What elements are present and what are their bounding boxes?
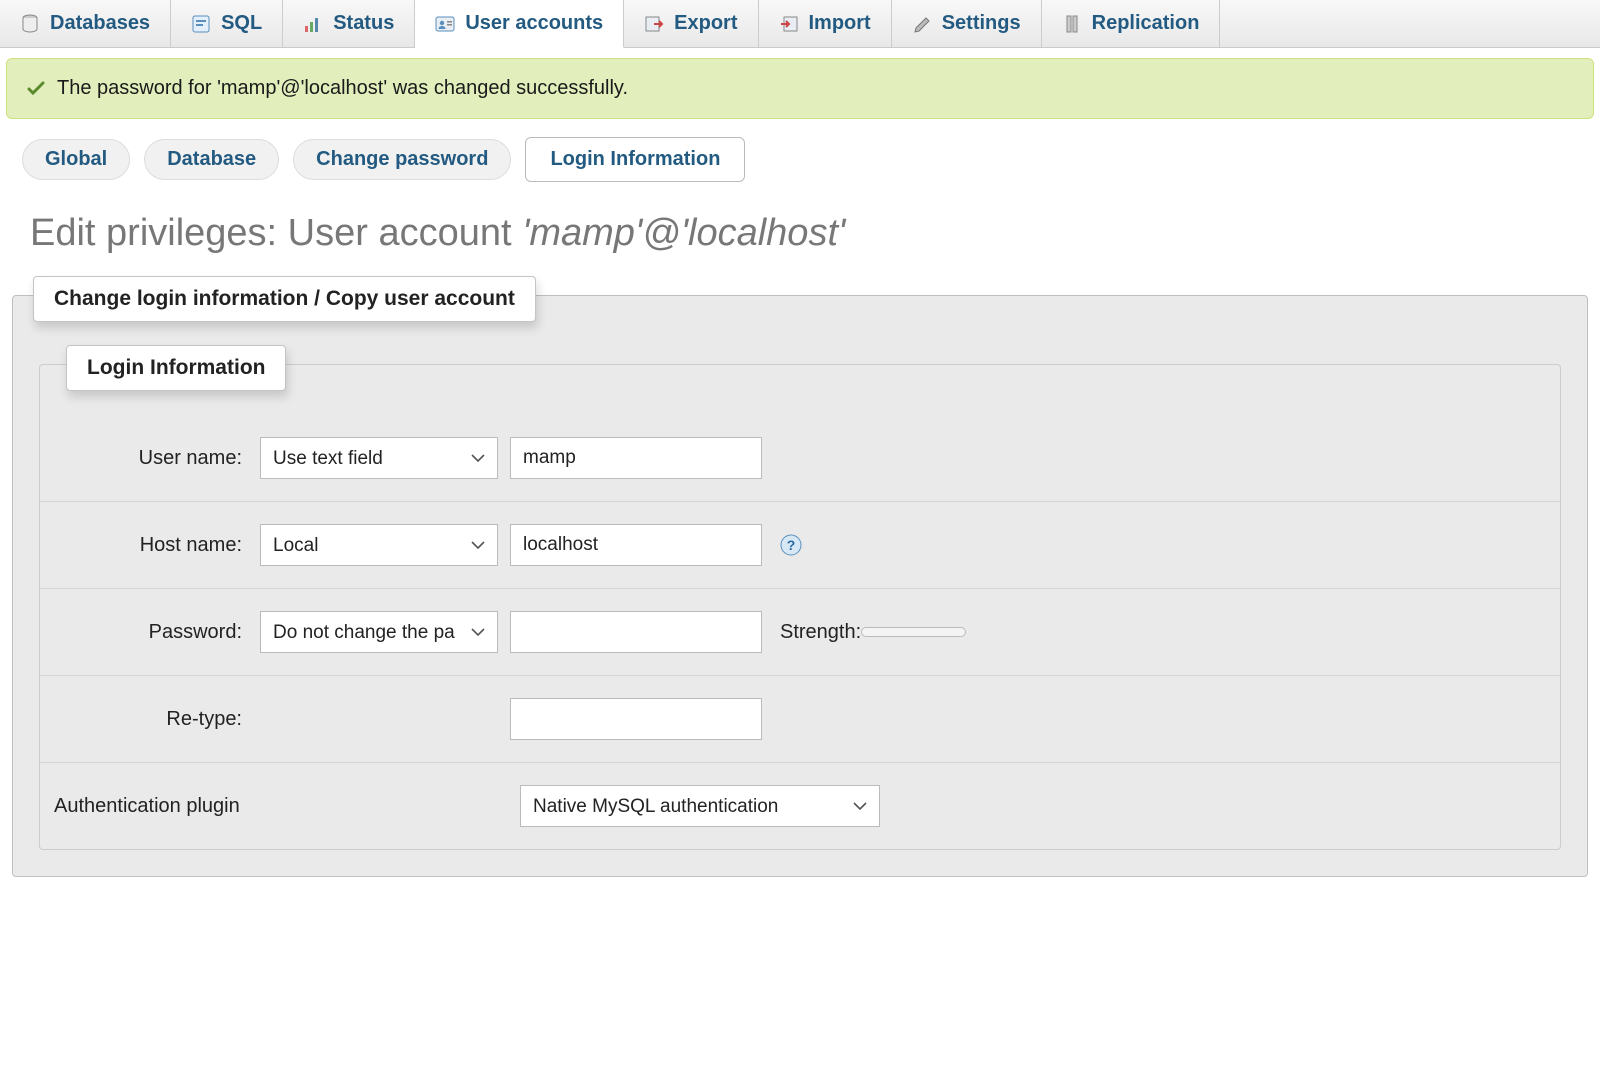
username-label: User name: [50,447,260,470]
top-nav: Databases SQL Status User accounts Expor… [0,0,1600,48]
replication-icon [1062,14,1082,34]
import-icon [779,14,799,34]
subtab-login-information[interactable]: Login Information [525,137,745,182]
tab-settings[interactable]: Settings [892,0,1042,47]
hostname-mode-select[interactable]: Local [260,524,498,566]
sub-tabs: Global Database Change password Login In… [0,137,1600,192]
tab-status-label: Status [333,12,394,35]
tab-databases-label: Databases [50,12,150,35]
row-retype: Re-type: [40,676,1560,763]
row-auth-plugin: Authentication plugin Native MySQL authe… [40,763,1560,849]
row-username: User name: Use text field [40,415,1560,502]
subtab-change-password[interactable]: Change password [293,139,511,180]
auth-plugin-select[interactable]: Native MySQL authentication [520,785,880,827]
svg-text:?: ? [787,537,796,553]
password-input[interactable] [510,611,762,653]
database-icon [20,14,40,34]
page-title: Edit privileges: User account 'mamp'@'lo… [0,192,1600,285]
tab-user-accounts-label: User accounts [465,12,603,35]
auth-plugin-label: Authentication plugin [50,795,520,818]
tab-settings-label: Settings [942,12,1021,35]
login-info-panel: Login Information User name: Use text fi… [39,364,1561,850]
tab-replication[interactable]: Replication [1042,0,1221,47]
settings-icon [912,14,932,34]
tab-export[interactable]: Export [624,0,758,47]
tab-import-label: Import [809,12,871,35]
check-icon [27,80,45,98]
row-hostname: Host name: Local ? [40,502,1560,589]
hostname-label: Host name: [50,534,260,557]
tab-sql-label: SQL [221,12,262,35]
subtab-global[interactable]: Global [22,139,130,180]
row-password: Password: Do not change the pa Strength: [40,589,1560,676]
status-icon [303,14,323,34]
tab-user-accounts[interactable]: User accounts [415,0,624,48]
strength-label: Strength: [780,621,861,644]
password-mode-select[interactable]: Do not change the pa [260,611,498,653]
retype-input[interactable] [510,698,762,740]
export-icon [644,14,664,34]
strength-bar [861,627,966,637]
help-icon[interactable]: ? [780,534,802,556]
password-label: Password: [50,621,260,644]
retype-label: Re-type: [50,708,260,731]
title-prefix: Edit privileges: User account [30,212,522,254]
username-mode-select[interactable]: Use text field [260,437,498,479]
user-accounts-icon [435,14,455,34]
sql-icon [191,14,211,34]
tab-replication-label: Replication [1092,12,1200,35]
tab-status[interactable]: Status [283,0,415,47]
tab-sql[interactable]: SQL [171,0,283,47]
change-login-legend: Change login information / Copy user acc… [33,276,536,322]
username-input[interactable] [510,437,762,479]
subtab-database[interactable]: Database [144,139,279,180]
change-login-panel: Change login information / Copy user acc… [12,295,1588,877]
login-info-legend: Login Information [66,345,286,391]
title-identifier: 'mamp'@'localhost' [522,212,845,254]
success-banner: The password for 'mamp'@'localhost' was … [6,58,1594,119]
hostname-input[interactable] [510,524,762,566]
tab-databases[interactable]: Databases [0,0,171,47]
success-text: The password for 'mamp'@'localhost' was … [57,77,628,100]
tab-import[interactable]: Import [759,0,892,47]
tab-export-label: Export [674,12,737,35]
